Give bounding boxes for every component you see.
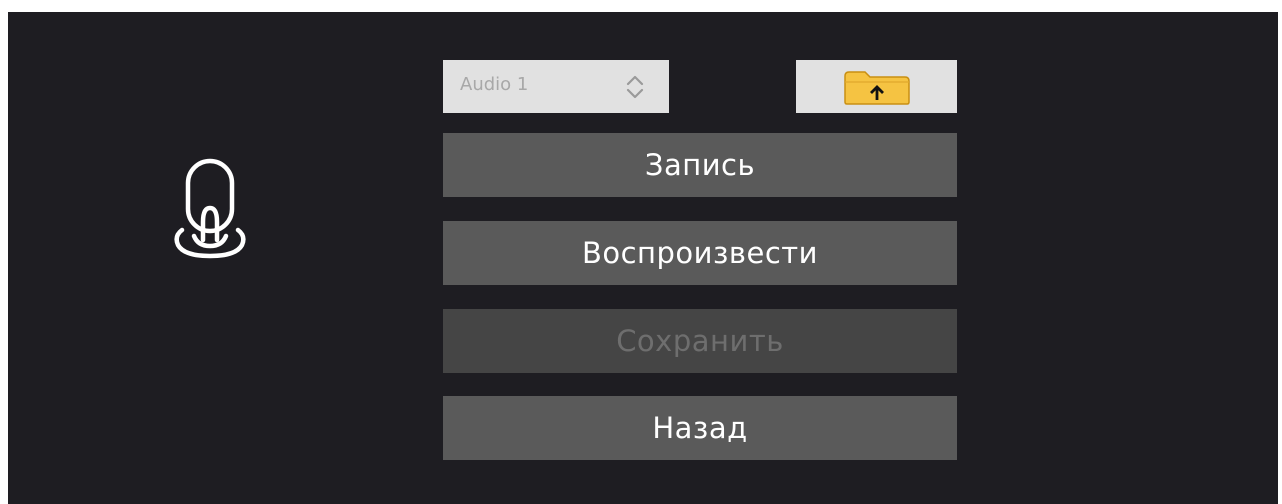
record-button[interactable]: Запись (443, 133, 957, 197)
folder-upload-icon (844, 71, 910, 105)
updown-chevron-icon (626, 75, 644, 99)
audio-source-select[interactable]: Audio 1 (443, 60, 669, 113)
microphone-icon (174, 158, 246, 259)
back-button[interactable]: Назад (443, 396, 957, 460)
audio-source-value: Audio 1 (460, 74, 529, 95)
play-button[interactable]: Воспроизвести (443, 221, 957, 285)
open-folder-button[interactable] (796, 60, 957, 113)
save-button: Сохранить (443, 309, 957, 373)
